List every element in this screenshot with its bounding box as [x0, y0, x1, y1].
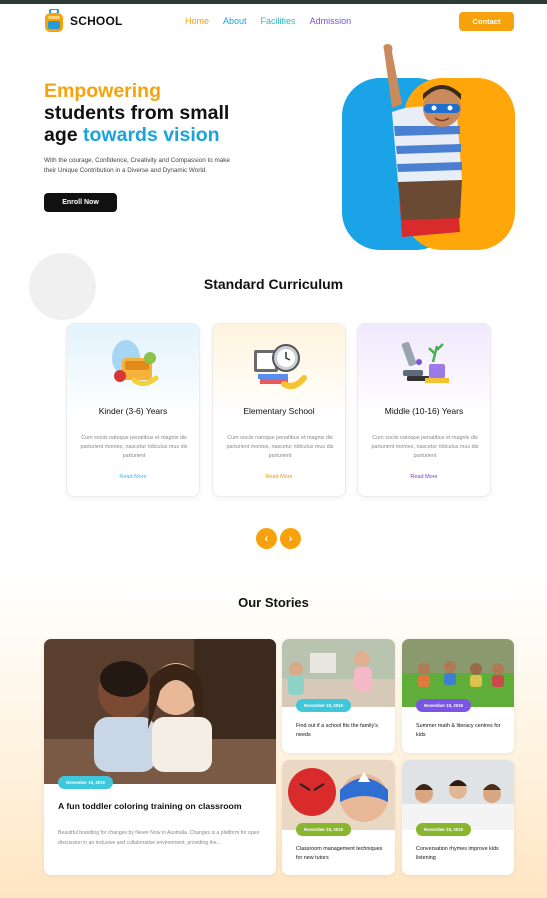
top-border: [0, 0, 547, 4]
card-title: Middle (10-16) Years: [384, 406, 464, 416]
read-more-link[interactable]: Read More: [213, 474, 345, 480]
read-more-link[interactable]: Read More: [67, 474, 199, 480]
contact-button[interactable]: Contact: [459, 12, 514, 31]
card-description: Cum sociis natoque penatibus et magnis d…: [80, 435, 188, 459]
read-more-link[interactable]: Read More: [358, 474, 490, 480]
nav-home[interactable]: Home: [185, 16, 209, 26]
date-badge: November 19, 2019: [416, 823, 471, 836]
card-description: Cum sociis natoque penatibus et magnis d…: [226, 435, 334, 459]
logo-text: SCHOOL: [70, 14, 123, 28]
card-description: Cum sociis natoque penatibus et magnis d…: [371, 435, 479, 459]
story-title[interactable]: Summer math & literacy centres for kids: [416, 722, 506, 740]
card-title: Elementary School: [243, 406, 315, 416]
nav-about[interactable]: About: [223, 16, 247, 26]
hero-title: Empowering students from small age towar…: [44, 80, 264, 146]
hero-description: With the courage, Confidence, Creativity…: [44, 157, 230, 174]
story-title[interactable]: Conversation rhymes improve kids listeni…: [416, 845, 506, 863]
curriculum-card-middle[interactable]: Middle (10-16) Years Cum sociis natoque …: [357, 323, 491, 497]
curriculum-title: Standard Curriculum: [203, 276, 344, 292]
date-badge: November 19, 2019: [296, 699, 351, 712]
story-card[interactable]: November 19, 2019 Find out if a school f…: [282, 639, 395, 753]
curriculum-card-kinder[interactable]: Kinder (3-6) Years Cum sociis natoque pe…: [66, 323, 200, 497]
date-badge: November 19, 2019: [296, 823, 351, 836]
hero-illustration: [342, 42, 515, 252]
featured-story-title[interactable]: A fun toddler coloring training on class…: [58, 801, 242, 811]
story-card[interactable]: November 19, 2019 Conversation rhymes im…: [402, 760, 514, 875]
story-title[interactable]: Classroom management techniques for new …: [296, 845, 386, 863]
hero-title-line2: students from small: [44, 102, 230, 124]
date-badge: November 19, 2019: [58, 776, 113, 789]
chevron-right-icon: ›: [288, 532, 293, 545]
story-photo: [402, 639, 514, 707]
story-title[interactable]: Find out if a school fits the family's n…: [296, 722, 386, 740]
story-card[interactable]: November 19, 2019 Classroom management t…: [282, 760, 395, 875]
site-header: SCHOOL Home About Facilities Admission C…: [44, 8, 514, 35]
hero-title-line1: Empowering: [44, 80, 162, 102]
alarm-clock-books-icon: [250, 336, 310, 391]
backpack-icon: [44, 8, 64, 33]
nav-facilities[interactable]: Facilities: [261, 16, 296, 26]
nav-admission[interactable]: Admission: [310, 16, 352, 26]
story-card[interactable]: November 19, 2019 Summer math & literacy…: [402, 639, 514, 753]
date-badge: November 19, 2019: [416, 699, 471, 712]
fruit-lunchbox-icon: [104, 336, 164, 391]
curriculum-card-elementary[interactable]: Elementary School Cum sociis natoque pen…: [212, 323, 346, 497]
stories-title: Our Stories: [238, 595, 309, 610]
hero-title-line3b: towards vision: [83, 124, 220, 146]
story-photo: [282, 639, 395, 707]
story-photo: [282, 760, 395, 830]
story-photo: [44, 639, 276, 784]
enroll-now-button[interactable]: Enroll Now: [44, 193, 117, 212]
main-nav: Home About Facilities Admission: [185, 16, 351, 26]
featured-story-description: Beautiful branding for changes by Never …: [58, 830, 260, 846]
carousel-prev-button[interactable]: ‹: [256, 528, 277, 549]
chevron-left-icon: ‹: [264, 532, 269, 545]
microscope-icon: [395, 336, 455, 391]
story-photo: [402, 760, 514, 830]
logo[interactable]: SCHOOL: [44, 8, 123, 33]
carousel-next-button[interactable]: ›: [280, 528, 301, 549]
hero-title-line3a: age: [44, 124, 84, 146]
featured-story-card[interactable]: November 19, 2019 A fun toddler coloring…: [44, 639, 276, 875]
card-title: Kinder (3-6) Years: [98, 406, 168, 416]
